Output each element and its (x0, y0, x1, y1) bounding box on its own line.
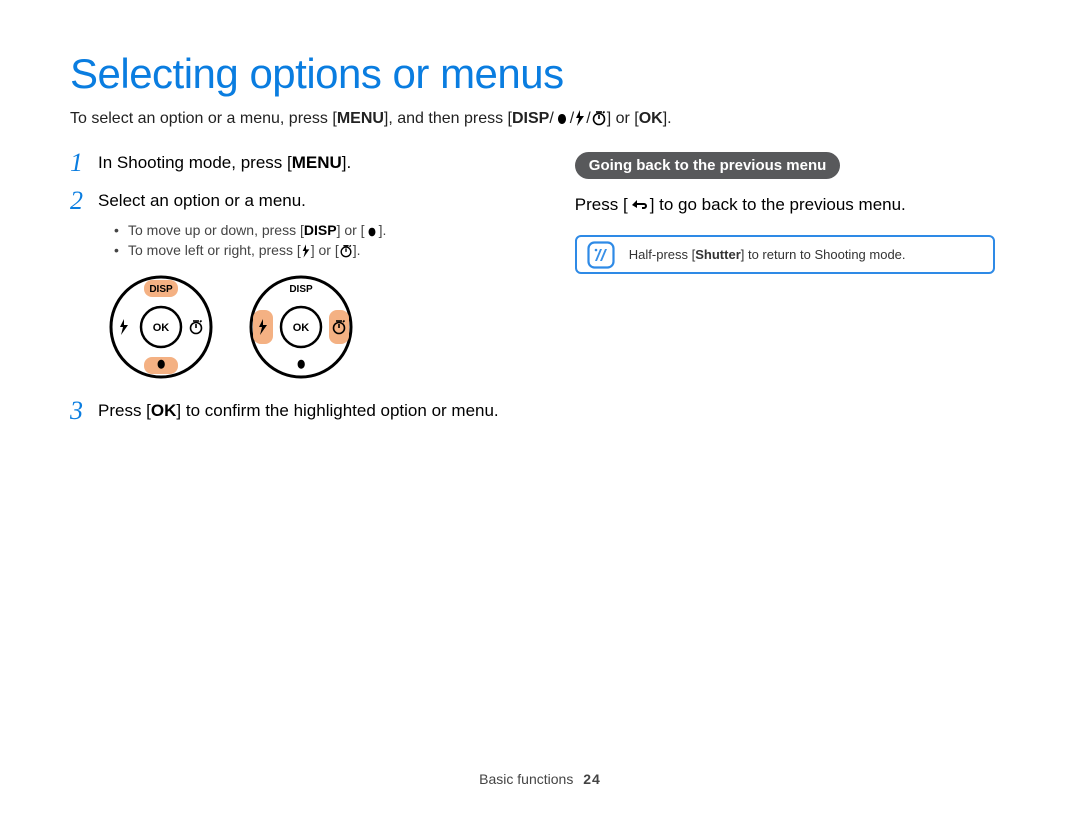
page-title: Selecting options or menus (70, 50, 1010, 98)
step-2-text: Select an option or a menu. (98, 190, 306, 213)
flash-icon (574, 110, 586, 126)
step-2-number: 2 (70, 188, 98, 214)
intro-line: To select an option or a menu, press [ME… (70, 110, 1010, 128)
note-icon (587, 241, 615, 269)
macro-icon (554, 112, 570, 126)
ok-center: OK (153, 322, 170, 334)
disp-up: DISP (289, 284, 313, 295)
step-1-text: In Shooting mode, press [MENU]. (98, 152, 351, 175)
dial-diagram-horizontal: OK DISP (246, 272, 356, 382)
disp-up: DISP (149, 284, 173, 295)
menu-label: MENU (337, 110, 384, 127)
disp-label: DISP (512, 110, 549, 127)
flash-icon (301, 244, 311, 258)
ok-label: OK (151, 401, 177, 420)
step-3: 3 Press [OK] to confirm the highlighted … (70, 400, 545, 424)
intro-text-3: ] or [ (607, 110, 639, 127)
shutter-label: Shutter (695, 247, 741, 262)
page-footer: Basic functions 24 (0, 771, 1080, 787)
step-3-number: 3 (70, 398, 98, 424)
bullet-up-down: To move up or down, press [DISP] or []. (114, 222, 545, 238)
step-3-text: Press [OK] to confirm the highlighted op… (98, 400, 499, 423)
right-column: Going back to the previous menu Press []… (575, 152, 1010, 438)
menu-label: MENU (292, 153, 342, 172)
bullet-left-right: To move left or right, press [] or []. (114, 242, 545, 258)
dial-diagram-vertical: OK DISP (106, 272, 216, 382)
right-body: Press [] to go back to the previous menu… (575, 195, 1010, 215)
ok-label: OK (639, 110, 663, 127)
manual-page: Selecting options or menus To select an … (0, 0, 1080, 815)
step-1: 1 In Shooting mode, press [MENU]. (70, 152, 545, 176)
intro-text-4: ]. (663, 110, 672, 127)
ok-center: OK (293, 322, 310, 334)
step-1-number: 1 (70, 150, 98, 176)
note-box: Half-press [Shutter] to return to Shooti… (575, 235, 995, 274)
pill-heading: Going back to the previous menu (575, 152, 841, 179)
columns: 1 In Shooting mode, press [MENU]. 2 Sele… (70, 152, 1010, 438)
step-2: 2 Select an option or a menu. To move up… (70, 190, 545, 382)
macro-icon (365, 226, 379, 238)
disp-label: DISP (304, 222, 337, 238)
timer-icon (339, 244, 353, 258)
intro-text-2: ], and then press [ (384, 110, 512, 127)
diagram-row: OK DISP (106, 272, 545, 382)
footer-page: 24 (583, 771, 601, 787)
footer-section: Basic functions (479, 771, 573, 787)
left-column: 1 In Shooting mode, press [MENU]. 2 Sele… (70, 152, 545, 438)
timer-icon (591, 110, 607, 126)
back-icon (628, 197, 650, 213)
step-2-bullets: To move up or down, press [DISP] or []. … (114, 222, 545, 258)
intro-text-1: To select an option or a menu, press [ (70, 110, 337, 127)
